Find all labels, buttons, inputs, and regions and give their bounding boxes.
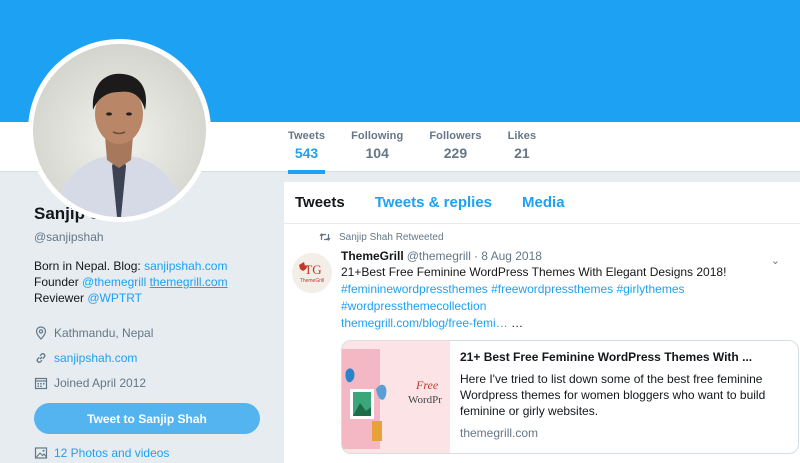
stat-value: 21 [514, 145, 530, 161]
stat-followers[interactable]: Followers 229 [429, 130, 481, 172]
stat-value: 229 [443, 145, 468, 161]
stat-value: 104 [365, 145, 389, 161]
bio-blog-link[interactable]: sanjipshah.com [144, 259, 227, 273]
bio-text: Reviewer [34, 291, 88, 305]
tweet-ellipsis: … [507, 316, 524, 330]
stat-value: 543 [294, 145, 319, 161]
joined-row: Joined April 2012 [34, 370, 260, 395]
tweet-text: 21+Best Free Feminine WordPress Themes W… [341, 264, 771, 332]
bio-mention-themegrill[interactable]: @themegrill [82, 275, 146, 289]
location-pin-icon [35, 325, 47, 340]
timeline: Tweets Tweets & replies Media Sanjip Sha… [284, 182, 800, 463]
tweet-hashtags[interactable]: #femininewordpressthemes #freewordpresst… [341, 281, 771, 298]
calendar-icon [34, 377, 48, 389]
author-handle[interactable]: @themegrill [407, 249, 471, 263]
card-image-text: Free [415, 378, 439, 392]
tweet-hashtags[interactable]: #wordpressthemecollection [341, 298, 771, 315]
profile-bio: Born in Nepal. Blog: sanjipshah.com Foun… [34, 258, 260, 306]
tab-media[interactable]: Media [522, 194, 565, 211]
logo-wordmark: ThemeGrill [300, 278, 324, 284]
profile-sidebar: Sanjip Shah @sanjipshah Born in Nepal. B… [34, 204, 260, 460]
card-domain: themegrill.com [460, 426, 539, 440]
location-text: Kathmandu, Nepal [54, 325, 154, 340]
stat-label: Following [351, 130, 404, 142]
card-image-text: WordPr [408, 394, 442, 406]
bio-text: Born in Nepal. Blog: [34, 259, 145, 273]
bio-text: Founder [34, 275, 83, 289]
card-description: Here I've tried to list down some of the… [460, 372, 766, 418]
author-avatar[interactable]: TG ThemeGrill [292, 253, 332, 293]
retweet-note: Sanjip Shah Retweeted [339, 231, 444, 243]
tweet-link[interactable]: themegrill.com/blog/free-femi… [341, 316, 508, 330]
profile-meta: Kathmandu, Nepal sanjipshah.com Joined A… [34, 320, 260, 395]
tab-tweets-replies[interactable]: Tweets & replies [375, 194, 492, 211]
stat-label: Followers [429, 130, 482, 142]
stat-label: Tweets [288, 130, 326, 142]
website-row: sanjipshah.com [34, 345, 260, 370]
author-name[interactable]: ThemeGrill [341, 249, 404, 263]
chevron-down-icon[interactable]: ⌄ [771, 254, 780, 267]
stat-likes[interactable]: Likes 21 [508, 130, 537, 172]
location-row: Kathmandu, Nepal [34, 320, 260, 345]
retweet-icon [319, 233, 331, 241]
joined-text: Joined April 2012 [54, 375, 147, 390]
tweet-to-button[interactable]: Tweet to Sanjip Shah [34, 403, 260, 434]
tab-tweets[interactable]: Tweets [295, 194, 345, 211]
card-image: Free WordPr [342, 341, 450, 453]
card-title: 21+ Best Free Feminine WordPress Themes … [460, 350, 753, 364]
image-icon [34, 447, 48, 459]
stat-label: Likes [507, 130, 537, 142]
logo-letters: TG [304, 262, 321, 277]
retweet-context: Sanjip Shah Retweeted [319, 230, 800, 244]
timeline-tabs: Tweets Tweets & replies Media [284, 182, 800, 224]
link-preview-card[interactable]: Free WordPr 21+ Best Free Feminine WordP… [341, 340, 799, 454]
tweet-date[interactable]: · 8 Aug 2018 [474, 249, 542, 263]
profile-handle[interactable]: @sanjipshah [34, 230, 260, 244]
photos-videos-link[interactable]: 12 Photos and videos [34, 446, 260, 460]
stat-tweets[interactable]: Tweets 543 [288, 130, 326, 174]
profile-stats: Tweets 543 Following 104 Followers 229 L… [288, 130, 562, 174]
tweet-header: ThemeGrill @themegrill · 8 Aug 2018 [341, 249, 800, 263]
bio-link-themegrill[interactable]: themegrill.com [150, 275, 228, 289]
card-body: 21+ Best Free Feminine WordPress Themes … [450, 341, 785, 453]
website-link[interactable]: sanjipshah.com [54, 351, 137, 365]
bio-mention-wptrt[interactable]: @WPTRT [87, 291, 142, 305]
stat-following[interactable]: Following 104 [351, 130, 403, 172]
photos-label: 12 Photos and videos [54, 446, 170, 460]
tweet-body: 21+Best Free Feminine WordPress Themes W… [341, 265, 727, 279]
tweet-item[interactable]: Sanjip Shah Retweeted TG ThemeGrill Them… [284, 224, 800, 454]
avatar-photo [33, 44, 206, 217]
profile-avatar[interactable] [28, 39, 211, 222]
link-icon [36, 352, 46, 363]
